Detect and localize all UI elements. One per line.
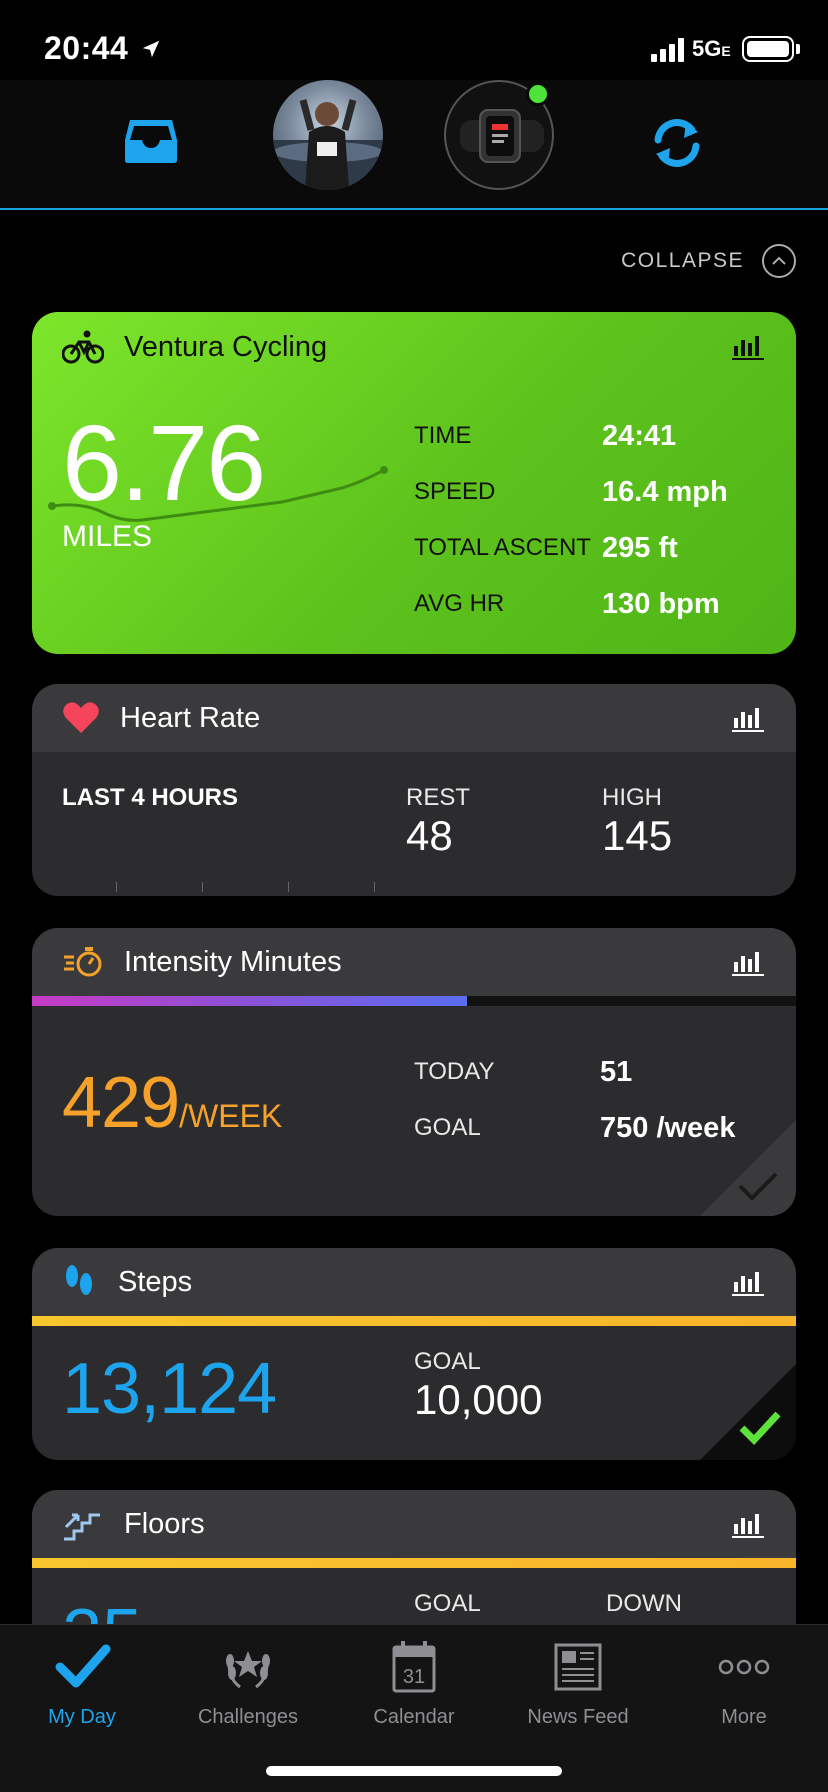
tab-calendar[interactable]: 31 Calendar	[334, 1639, 494, 1729]
newspaper-icon	[554, 1643, 602, 1691]
heart-rate-title: Heart Rate	[120, 701, 261, 734]
cycling-distance: 6.76	[62, 402, 266, 523]
cycling-unit: MILES	[62, 520, 153, 553]
stat-label: AVG HR	[414, 590, 505, 617]
profile-avatar[interactable]	[273, 80, 383, 190]
rest-value: 48	[406, 812, 453, 859]
stat-label: TOTAL ASCENT	[414, 534, 591, 561]
high-value: 145	[602, 812, 673, 859]
heart-rate-header: Heart Rate	[32, 684, 796, 752]
sync-icon[interactable]	[648, 114, 706, 172]
home-indicator	[266, 1766, 562, 1776]
intensity-value: 429	[62, 1063, 180, 1143]
bar-chart-icon[interactable]	[732, 1270, 764, 1296]
stat-value: 16.4 mph	[602, 475, 728, 508]
tab-label: Calendar	[373, 1706, 455, 1728]
steps-goal-value: 10,000	[414, 1376, 543, 1423]
stat-row-time: TIME 24:41	[414, 408, 728, 464]
network-suffix: E	[721, 43, 731, 59]
intensity-stats: TODAY 51 GOAL 750 /week	[414, 1044, 735, 1156]
steps-goal-label: GOAL	[414, 1348, 481, 1375]
network-type: 5G	[692, 36, 722, 61]
intensity-progress-fill	[32, 996, 468, 1006]
floors-goal-label: GOAL	[414, 1590, 481, 1617]
chevron-up-icon[interactable]	[762, 244, 796, 278]
status-time: 20:44	[44, 30, 129, 66]
stat-value: 51	[600, 1055, 633, 1088]
steps-card[interactable]: Steps 13,124 GOAL 10,000	[32, 1248, 796, 1460]
intensity-minutes-card[interactable]: Intensity Minutes 429/WEEK TODAY 51 GOAL…	[32, 928, 796, 1216]
cycling-title: Ventura Cycling	[124, 330, 328, 363]
device-connected-indicator	[526, 82, 550, 106]
floors-header: Floors	[32, 1490, 796, 1558]
intensity-header: Intensity Minutes	[32, 928, 796, 996]
bar-chart-icon[interactable]	[732, 1512, 764, 1538]
calendar-date: 31	[403, 1666, 425, 1688]
heart-rate-timeline	[116, 882, 375, 892]
app-header	[0, 80, 828, 210]
tab-my-day[interactable]: My Day	[2, 1639, 162, 1729]
network-indicator: 5GE	[692, 36, 731, 62]
rest-label: REST	[406, 784, 471, 811]
stopwatch-icon	[64, 947, 102, 977]
stat-value: 24:41	[602, 419, 677, 452]
floors-down-label: DOWN	[606, 1590, 682, 1617]
goal-met-check-icon	[700, 1364, 796, 1460]
intensity-weekly-value: 429/WEEK	[62, 1062, 282, 1144]
heart-icon	[63, 702, 99, 733]
inbox-icon[interactable]	[124, 118, 178, 164]
cycling-activity-card[interactable]: Ventura Cycling 6.76 MILES TIME 24:41 SP…	[32, 312, 796, 654]
bar-chart-icon[interactable]	[732, 706, 764, 732]
battery-icon	[742, 36, 794, 62]
cycling-card-header: Ventura Cycling	[32, 312, 796, 382]
tab-news-feed[interactable]: News Feed	[498, 1639, 658, 1729]
laurel-icon	[226, 1651, 270, 1689]
intensity-title: Intensity Minutes	[124, 945, 342, 978]
stat-row-ascent: TOTAL ASCENT 295 ft	[414, 520, 728, 576]
stat-row-speed: SPEED 16.4 mph	[414, 464, 728, 520]
tab-label: My Day	[48, 1706, 116, 1728]
more-icon	[718, 1659, 770, 1675]
steps-progress-bar	[32, 1316, 796, 1326]
bicycle-icon	[62, 330, 104, 364]
stat-value: 130 bpm	[602, 587, 720, 620]
tab-label: News Feed	[527, 1706, 629, 1728]
goal-progress-corner	[700, 1120, 796, 1216]
status-bar: 20:44 5GE	[0, 0, 828, 90]
stat-label: TODAY	[414, 1058, 495, 1085]
heart-rate-period: LAST 4 HOURS	[62, 784, 239, 811]
cycling-stats: TIME 24:41 SPEED 16.4 mph TOTAL ASCENT 2…	[414, 408, 728, 632]
heart-rate-card[interactable]: Heart Rate LAST 4 HOURS REST 48 HIGH 145	[32, 684, 796, 896]
stat-row-avg-hr: AVG HR 130 bpm	[414, 576, 728, 632]
tab-challenges[interactable]: Challenges	[168, 1639, 328, 1729]
bar-chart-icon[interactable]	[732, 334, 764, 360]
stat-label: SPEED	[414, 478, 496, 505]
stairs-icon	[64, 1513, 100, 1541]
steps-value: 13,124	[62, 1349, 277, 1429]
steps-header: Steps	[32, 1248, 796, 1316]
intensity-unit: /WEEK	[179, 1098, 283, 1134]
location-arrow-icon	[142, 40, 160, 58]
intensity-progress-bar	[32, 996, 796, 1006]
tab-label: More	[721, 1706, 767, 1728]
floors-progress-bar	[32, 1558, 796, 1568]
check-icon	[55, 1644, 111, 1688]
stat-value: 295 ft	[602, 531, 678, 564]
footprints-icon	[66, 1265, 92, 1295]
collapse-control[interactable]: COLLAPSE	[621, 244, 796, 278]
high-label: HIGH	[602, 784, 662, 811]
calendar-icon: 31	[392, 1641, 436, 1693]
stat-row-today: TODAY 51	[414, 1044, 735, 1100]
signal-icon	[651, 38, 684, 62]
collapse-label[interactable]: COLLAPSE	[621, 249, 744, 273]
tab-label: Challenges	[197, 1706, 299, 1728]
steps-title: Steps	[118, 1265, 193, 1298]
floors-title: Floors	[124, 1507, 205, 1540]
stat-row-goal: GOAL 750 /week	[414, 1100, 735, 1156]
stat-label: GOAL	[414, 1114, 481, 1141]
stat-label: TIME	[414, 422, 472, 449]
bar-chart-icon[interactable]	[732, 950, 764, 976]
tab-more[interactable]: More	[664, 1639, 824, 1729]
